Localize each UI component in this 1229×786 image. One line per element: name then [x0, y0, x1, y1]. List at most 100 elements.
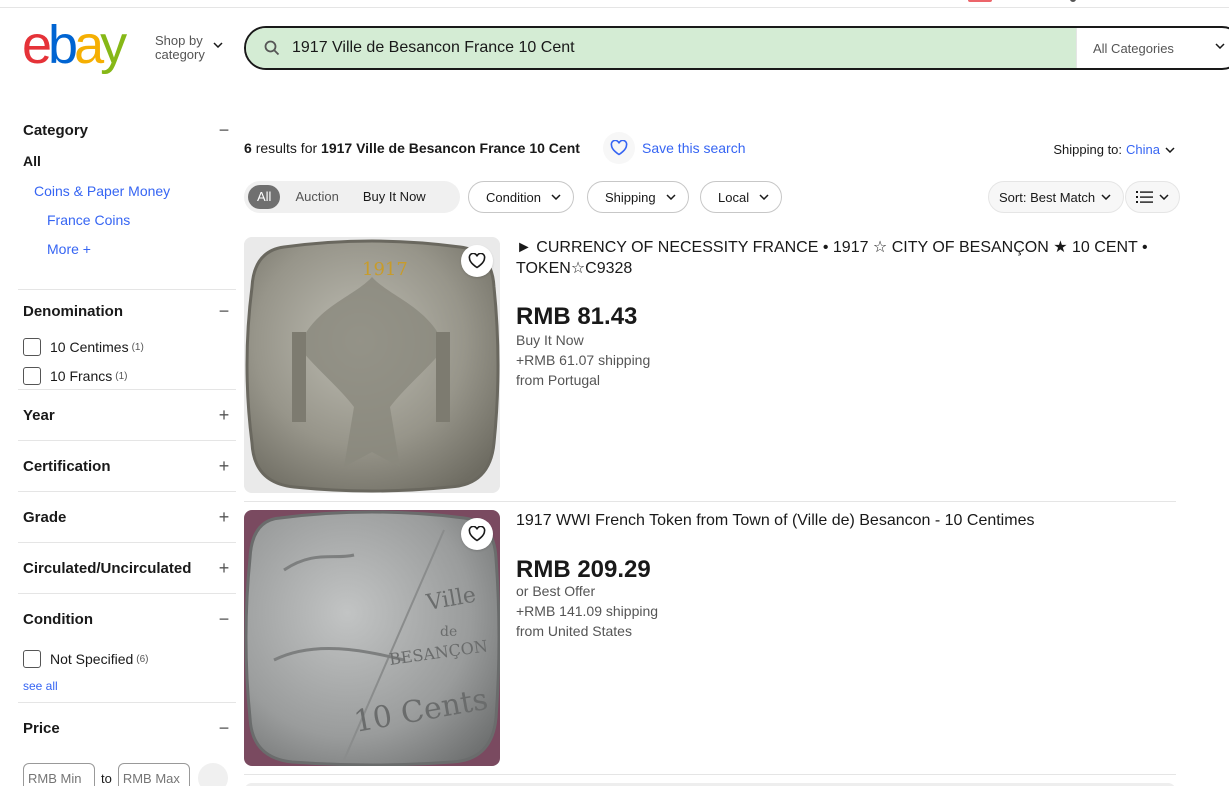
category-select-value: All Categories	[1093, 40, 1174, 56]
listing-image[interactable]: Ville de BESANÇON 10 Cents	[244, 510, 500, 766]
price-min-input[interactable]	[23, 763, 95, 786]
chevron-down-icon	[1165, 146, 1175, 153]
watchlist-button[interactable]	[461, 518, 493, 550]
section-title: Grade	[23, 508, 67, 526]
price-submit-button[interactable]	[197, 763, 228, 786]
category-select[interactable]: All Categories	[1076, 28, 1229, 68]
option-label: 10 Francs	[50, 367, 113, 384]
chevron-down-icon	[666, 194, 676, 200]
chevron-down-icon	[1215, 43, 1225, 49]
shipping-to[interactable]: Shipping to: China	[1053, 142, 1175, 157]
results-query: 1917 Ville de Besancon France 10 Cent	[321, 140, 580, 156]
logo-letter-y: y	[100, 15, 127, 75]
top-strip	[0, 0, 1229, 8]
listing-image[interactable]: 1917	[244, 237, 500, 493]
circulated-header[interactable]: Circulated/Uncirculated +	[18, 543, 236, 593]
shop-by-category-button[interactable]: Shop by category	[155, 34, 235, 62]
price-range: to	[18, 763, 236, 786]
denomination-header[interactable]: Denomination −	[18, 290, 236, 332]
shipping-country-link[interactable]: China	[1126, 142, 1160, 157]
view-toggle-button[interactable]	[1125, 181, 1180, 213]
category-france-coins[interactable]: France Coins	[18, 207, 236, 236]
results-count: 6 results for 1917 Ville de Besancon Fra…	[244, 140, 580, 156]
results-number: 6	[244, 140, 252, 156]
price-header[interactable]: Price −	[18, 703, 236, 753]
results-for-label: results for	[255, 140, 318, 156]
collapse-icon[interactable]: −	[217, 609, 231, 630]
local-filter-button[interactable]: Local	[700, 181, 783, 213]
search-input[interactable]	[292, 39, 1052, 57]
notification-icon[interactable]	[1070, 0, 1076, 2]
heart-icon	[468, 526, 486, 542]
collapse-icon[interactable]: −	[217, 120, 231, 141]
chevron-down-icon	[551, 194, 561, 200]
expand-icon[interactable]: +	[217, 405, 231, 426]
logo-letter-b: b	[48, 15, 78, 75]
search-field[interactable]	[246, 28, 1076, 68]
shop-by-label: Shop by	[155, 33, 203, 48]
condition-option[interactable]: Not Specified (6)	[18, 644, 236, 673]
collapse-icon[interactable]: −	[217, 718, 231, 739]
listing-location: from United States	[516, 623, 632, 639]
coin-image-1: 1917	[244, 237, 500, 493]
checkbox[interactable]	[23, 649, 41, 668]
section-title: Circulated/Uncirculated	[23, 559, 192, 577]
sort-button[interactable]: Sort: Best Match	[988, 181, 1125, 213]
checkbox[interactable]	[23, 366, 41, 385]
watchlist-button[interactable]	[461, 245, 493, 277]
price-max-input[interactable]	[117, 763, 190, 786]
category-header[interactable]: Category −	[18, 112, 236, 148]
section-title: Certification	[23, 457, 111, 475]
category-more-link[interactable]: More +	[18, 236, 236, 265]
category-coins-paper-money[interactable]: Coins & Paper Money	[18, 178, 236, 207]
grade-header[interactable]: Grade +	[18, 492, 236, 542]
section-title: Price	[23, 719, 60, 737]
save-search-label: Save this search	[642, 140, 746, 156]
listing-price: RMB 209.29	[516, 556, 651, 583]
grade-section: Grade +	[18, 492, 236, 543]
coin-image-2: Ville de BESANÇON 10 Cents	[244, 510, 500, 766]
certification-section: Certification +	[18, 441, 236, 492]
search-icon	[264, 40, 280, 56]
year-header[interactable]: Year +	[18, 390, 236, 440]
sort-label: Sort: Best Match	[999, 189, 1096, 205]
condition-header[interactable]: Condition −	[18, 594, 236, 644]
chevron-down-icon	[759, 194, 769, 200]
chevron-down-icon	[1101, 194, 1111, 200]
expand-icon[interactable]: +	[217, 558, 231, 579]
flag-icon[interactable]	[968, 0, 992, 2]
option-label: Not Specified	[50, 650, 134, 667]
option-count: (1)	[131, 342, 144, 353]
expand-icon[interactable]: +	[217, 456, 231, 477]
see-all-link[interactable]: see all	[18, 673, 236, 701]
collapse-icon[interactable]: −	[217, 301, 231, 322]
section-title: Condition	[23, 610, 93, 628]
tab-auction[interactable]: Auction	[286, 185, 347, 209]
tab-buy-it-now[interactable]: Buy It Now	[354, 185, 435, 209]
pill-label: Shipping	[605, 189, 656, 205]
save-search-button[interactable]: Save this search	[603, 132, 746, 164]
denomination-option[interactable]: 10 Francs (1)	[18, 361, 236, 390]
section-title: Category	[23, 121, 89, 139]
filter-sidebar: Category − All Coins & Paper Money Franc…	[18, 112, 236, 786]
denomination-option[interactable]: 10 Centimes (1)	[18, 332, 236, 361]
section-title: Year	[23, 406, 55, 424]
buying-format-tabs: All Auction Buy It Now	[244, 181, 460, 213]
checkbox[interactable]	[23, 337, 41, 356]
search-bar: All Categories	[244, 26, 1229, 70]
certification-header[interactable]: Certification +	[18, 441, 236, 491]
tab-all[interactable]: All	[248, 185, 281, 209]
category-all[interactable]: All	[18, 148, 236, 178]
listing-format: or Best Offer	[516, 583, 596, 599]
shipping-filter-button[interactable]: Shipping	[587, 181, 689, 213]
ebay-logo[interactable]: ebay	[22, 15, 127, 75]
condition-filter-button[interactable]: Condition	[468, 181, 574, 213]
listing-shipping: +RMB 141.09 shipping	[516, 603, 659, 619]
category-label: category	[155, 47, 205, 62]
listing-format: Buy It Now	[516, 332, 584, 348]
expand-icon[interactable]: +	[217, 507, 231, 528]
listing-location: from Portugal	[516, 372, 601, 388]
listing-title[interactable]: ► CURRENCY OF NECESSITY FRANCE • 1917 ☆ …	[516, 237, 1156, 279]
listing-title[interactable]: 1917 WWI French Token from Town of (Vill…	[516, 510, 1156, 531]
category-section: Category − All Coins & Paper Money Franc…	[18, 112, 236, 290]
